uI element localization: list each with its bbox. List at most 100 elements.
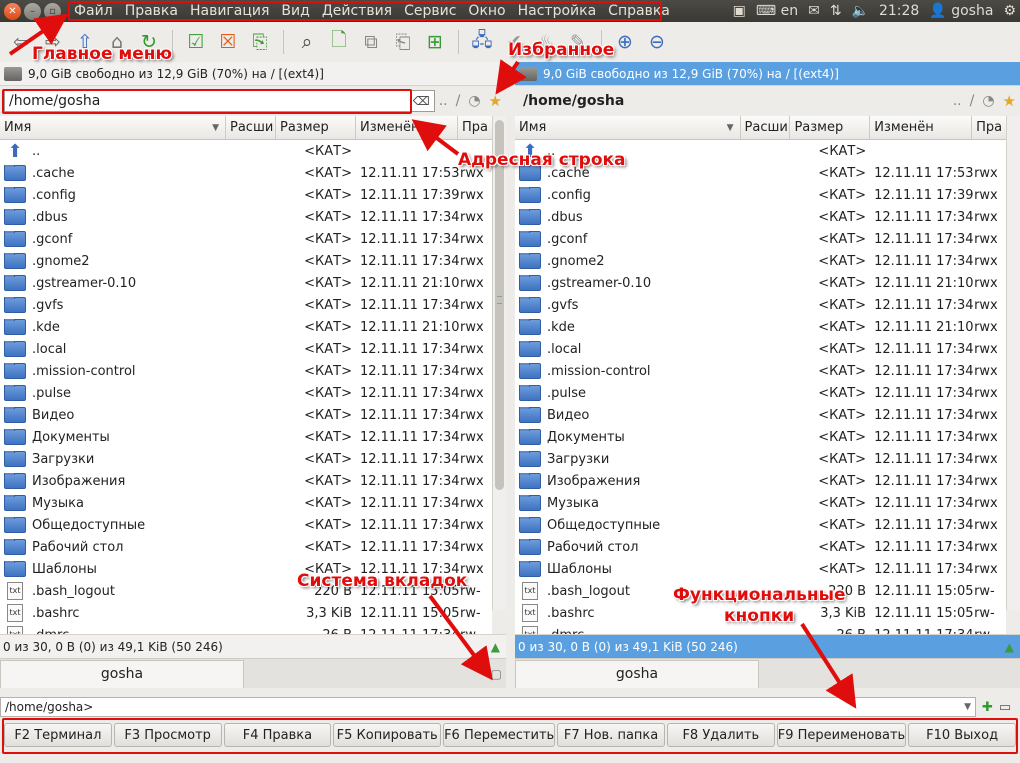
file-row[interactable]: Рабочий стол <КАТ> 12.11.11 17:34 rwx — [0, 536, 492, 558]
network-icon[interactable]: ⇅ — [830, 3, 842, 19]
clock[interactable]: 21:28 — [879, 3, 919, 19]
network-connect-icon[interactable]: 🖧 — [467, 27, 497, 57]
file-row[interactable]: .mission-control <КАТ> 12.11.11 17:34 rwx — [515, 360, 1006, 382]
file-row[interactable]: Шаблоны <КАТ> 12.11.11 17:34 rwx — [515, 558, 1006, 580]
file-row[interactable]: Видео <КАТ> 12.11.11 17:34 rwx — [0, 404, 492, 426]
fkey-button-9[interactable]: F9 Переименовать — [776, 723, 907, 747]
command-input[interactable]: /home/gosha> ▼ — [0, 697, 976, 717]
add-command-icon[interactable]: ✚ — [982, 700, 993, 715]
fkey-button-8[interactable]: F8 Удалить — [666, 723, 775, 747]
vertical-scrollbar[interactable] — [1006, 116, 1020, 610]
file-row[interactable]: .gvfs <КАТ> 12.11.11 17:34 rwx — [0, 294, 492, 316]
root-dir-link[interactable]: / — [456, 93, 461, 109]
favorites-star-icon[interactable]: ★ — [489, 92, 502, 110]
volume-icon[interactable]: 🔈 — [852, 3, 869, 19]
file-row[interactable]: Музыка <КАТ> 12.11.11 17:34 rwx — [515, 492, 1006, 514]
fkey-button-3[interactable]: F3 Просмотр — [113, 723, 222, 747]
session-gear-icon[interactable]: ⚙ — [1003, 3, 1016, 19]
invert-selection-icon[interactable]: ⎘ — [245, 27, 275, 57]
column-attributes[interactable]: Пра — [458, 116, 492, 139]
file-row[interactable]: Общедоступные <КАТ> 12.11.11 17:34 rwx — [0, 514, 492, 536]
address-input[interactable]: /home/gosha ⌫ — [4, 90, 435, 112]
column-size[interactable]: Размер — [276, 116, 356, 139]
file-row[interactable]: .dbus <КАТ> 12.11.11 17:34 rwx — [515, 206, 1006, 228]
search-binoculars-icon[interactable]: ⌕ — [292, 27, 322, 57]
favorites-star-icon[interactable]: ★ — [1003, 92, 1016, 110]
file-row[interactable]: Документы <КАТ> 12.11.11 17:34 rwx — [515, 426, 1006, 448]
history-icon[interactable]: ◔ — [982, 93, 994, 109]
menu-item-8[interactable]: Справка — [602, 3, 676, 19]
menu-item-4[interactable]: Действия — [316, 3, 398, 19]
file-row[interactable]: .pulse <КАТ> 12.11.11 17:34 rwx — [515, 382, 1006, 404]
add-file-icon[interactable]: ⊞ — [420, 27, 450, 57]
fkey-button-10[interactable]: F10 Выход — [908, 723, 1016, 747]
column-ext[interactable]: Расши — [741, 116, 791, 139]
fkey-button-2[interactable]: F2 Терминал — [4, 723, 112, 747]
menu-item-2[interactable]: Навигация — [184, 3, 275, 19]
root-dir-link[interactable]: / — [970, 93, 975, 109]
new-file-icon[interactable]: 🗋 — [324, 27, 354, 57]
file-row[interactable]: .gnome2 <КАТ> 12.11.11 17:34 rwx — [515, 250, 1006, 272]
parent-dir-link[interactable]: .. — [439, 93, 448, 109]
file-row[interactable]: Изображения <КАТ> 12.11.11 17:34 rwx — [0, 470, 492, 492]
clear-address-icon[interactable]: ⌫ — [413, 94, 430, 108]
file-row[interactable]: .gstreamer-0.10 <КАТ> 12.11.11 21:10 rwx — [515, 272, 1006, 294]
history-icon[interactable]: ◔ — [468, 93, 480, 109]
tab-gosha[interactable]: gosha — [515, 659, 759, 688]
parent-dir-link[interactable]: .. — [953, 93, 962, 109]
file-row[interactable]: .gvfs <КАТ> 12.11.11 17:34 rwx — [515, 294, 1006, 316]
copy-files-icon[interactable]: ⧉ — [356, 27, 386, 57]
file-row[interactable]: .config <КАТ> 12.11.11 17:39 rwx — [515, 184, 1006, 206]
file-row[interactable]: .cache <КАТ> 12.11.11 17:53 rwx — [0, 162, 492, 184]
history-dropdown-icon[interactable]: ▼ — [964, 702, 971, 712]
fkey-button-4[interactable]: F4 Правка — [223, 723, 332, 747]
file-row[interactable]: .gnome2 <КАТ> 12.11.11 17:34 rwx — [0, 250, 492, 272]
file-row[interactable]: .gstreamer-0.10 <КАТ> 12.11.11 21:10 rwx — [0, 272, 492, 294]
file-row[interactable]: Музыка <КАТ> 12.11.11 17:34 rwx — [0, 492, 492, 514]
file-row[interactable]: .gconf <КАТ> 12.11.11 17:34 rwx — [0, 228, 492, 250]
file-row[interactable]: .kde <КАТ> 12.11.11 21:10 rwx — [0, 316, 492, 338]
file-row[interactable]: .pulse <КАТ> 12.11.11 17:34 rwx — [0, 382, 492, 404]
menu-item-0[interactable]: Файл — [68, 3, 119, 19]
file-row[interactable]: .dbus <КАТ> 12.11.11 17:34 rwx — [0, 206, 492, 228]
file-row[interactable]: Видео <КАТ> 12.11.11 17:34 rwx — [515, 404, 1006, 426]
maximize-window-icon[interactable]: ▫ — [44, 2, 61, 20]
file-row[interactable]: .local <КАТ> 12.11.11 17:34 rwx — [515, 338, 1006, 360]
column-attributes[interactable]: Пра — [972, 116, 1006, 139]
menu-item-5[interactable]: Сервис — [398, 3, 462, 19]
fkey-button-5[interactable]: F5 Копировать — [333, 723, 442, 747]
file-row[interactable]: txt .bashrc 3,3 KiB 12.11.11 15:05 rw- — [0, 602, 492, 624]
unselect-all-icon[interactable]: ☒ — [213, 27, 243, 57]
file-row[interactable]: Загрузки <КАТ> 12.11.11 17:34 rwx — [515, 448, 1006, 470]
zoom-in-icon[interactable]: ⊕ — [610, 27, 640, 57]
up-triangle-icon[interactable]: ▲ — [491, 640, 500, 654]
file-row[interactable]: Загрузки <КАТ> 12.11.11 17:34 rwx — [0, 448, 492, 470]
scrollbar-thumb[interactable] — [495, 120, 504, 490]
column-modified[interactable]: Изменён — [870, 116, 973, 139]
zoom-out-icon[interactable]: ⊖ — [642, 27, 672, 57]
file-row[interactable]: Общедоступные <КАТ> 12.11.11 17:34 rwx — [515, 514, 1006, 536]
fkey-button-7[interactable]: F7 Нов. папка — [557, 723, 665, 747]
menu-item-7[interactable]: Настройка — [512, 3, 603, 19]
close-window-icon[interactable]: ✕ — [4, 2, 21, 20]
column-name[interactable]: Имя ▼ — [0, 116, 226, 139]
file-row[interactable]: .gconf <КАТ> 12.11.11 17:34 rwx — [515, 228, 1006, 250]
address-input[interactable]: /home/gosha — [519, 90, 949, 112]
menu-item-6[interactable]: Окно — [462, 3, 511, 19]
file-row[interactable]: .config <КАТ> 12.11.11 17:39 rwx — [0, 184, 492, 206]
up-triangle-icon[interactable]: ▲ — [1005, 640, 1014, 654]
keyboard-layout-indicator[interactable]: ⌨ en — [756, 3, 798, 19]
drive-info-bar[interactable]: 9,0 GiB свободно из 12,9 GiB (70%) на / … — [515, 62, 1020, 86]
file-row[interactable]: .kde <КАТ> 12.11.11 21:10 rwx — [515, 316, 1006, 338]
vertical-scrollbar[interactable] — [492, 116, 506, 610]
terminal-icon[interactable]: ▭ — [999, 700, 1011, 715]
select-all-icon[interactable]: ☑ — [181, 27, 211, 57]
menu-item-3[interactable]: Вид — [275, 3, 315, 19]
drive-info-bar[interactable]: 9,0 GiB свободно из 12,9 GiB (70%) на / … — [0, 62, 506, 86]
tab-gosha[interactable]: gosha — [0, 659, 244, 688]
minimize-window-icon[interactable]: – — [24, 2, 41, 20]
file-row[interactable]: .local <КАТ> 12.11.11 17:34 rwx — [0, 338, 492, 360]
app-indicator-icon[interactable]: ▣ — [733, 3, 746, 19]
new-tab-icon[interactable]: ▢ — [491, 667, 502, 681]
column-size[interactable]: Размер — [790, 116, 871, 139]
